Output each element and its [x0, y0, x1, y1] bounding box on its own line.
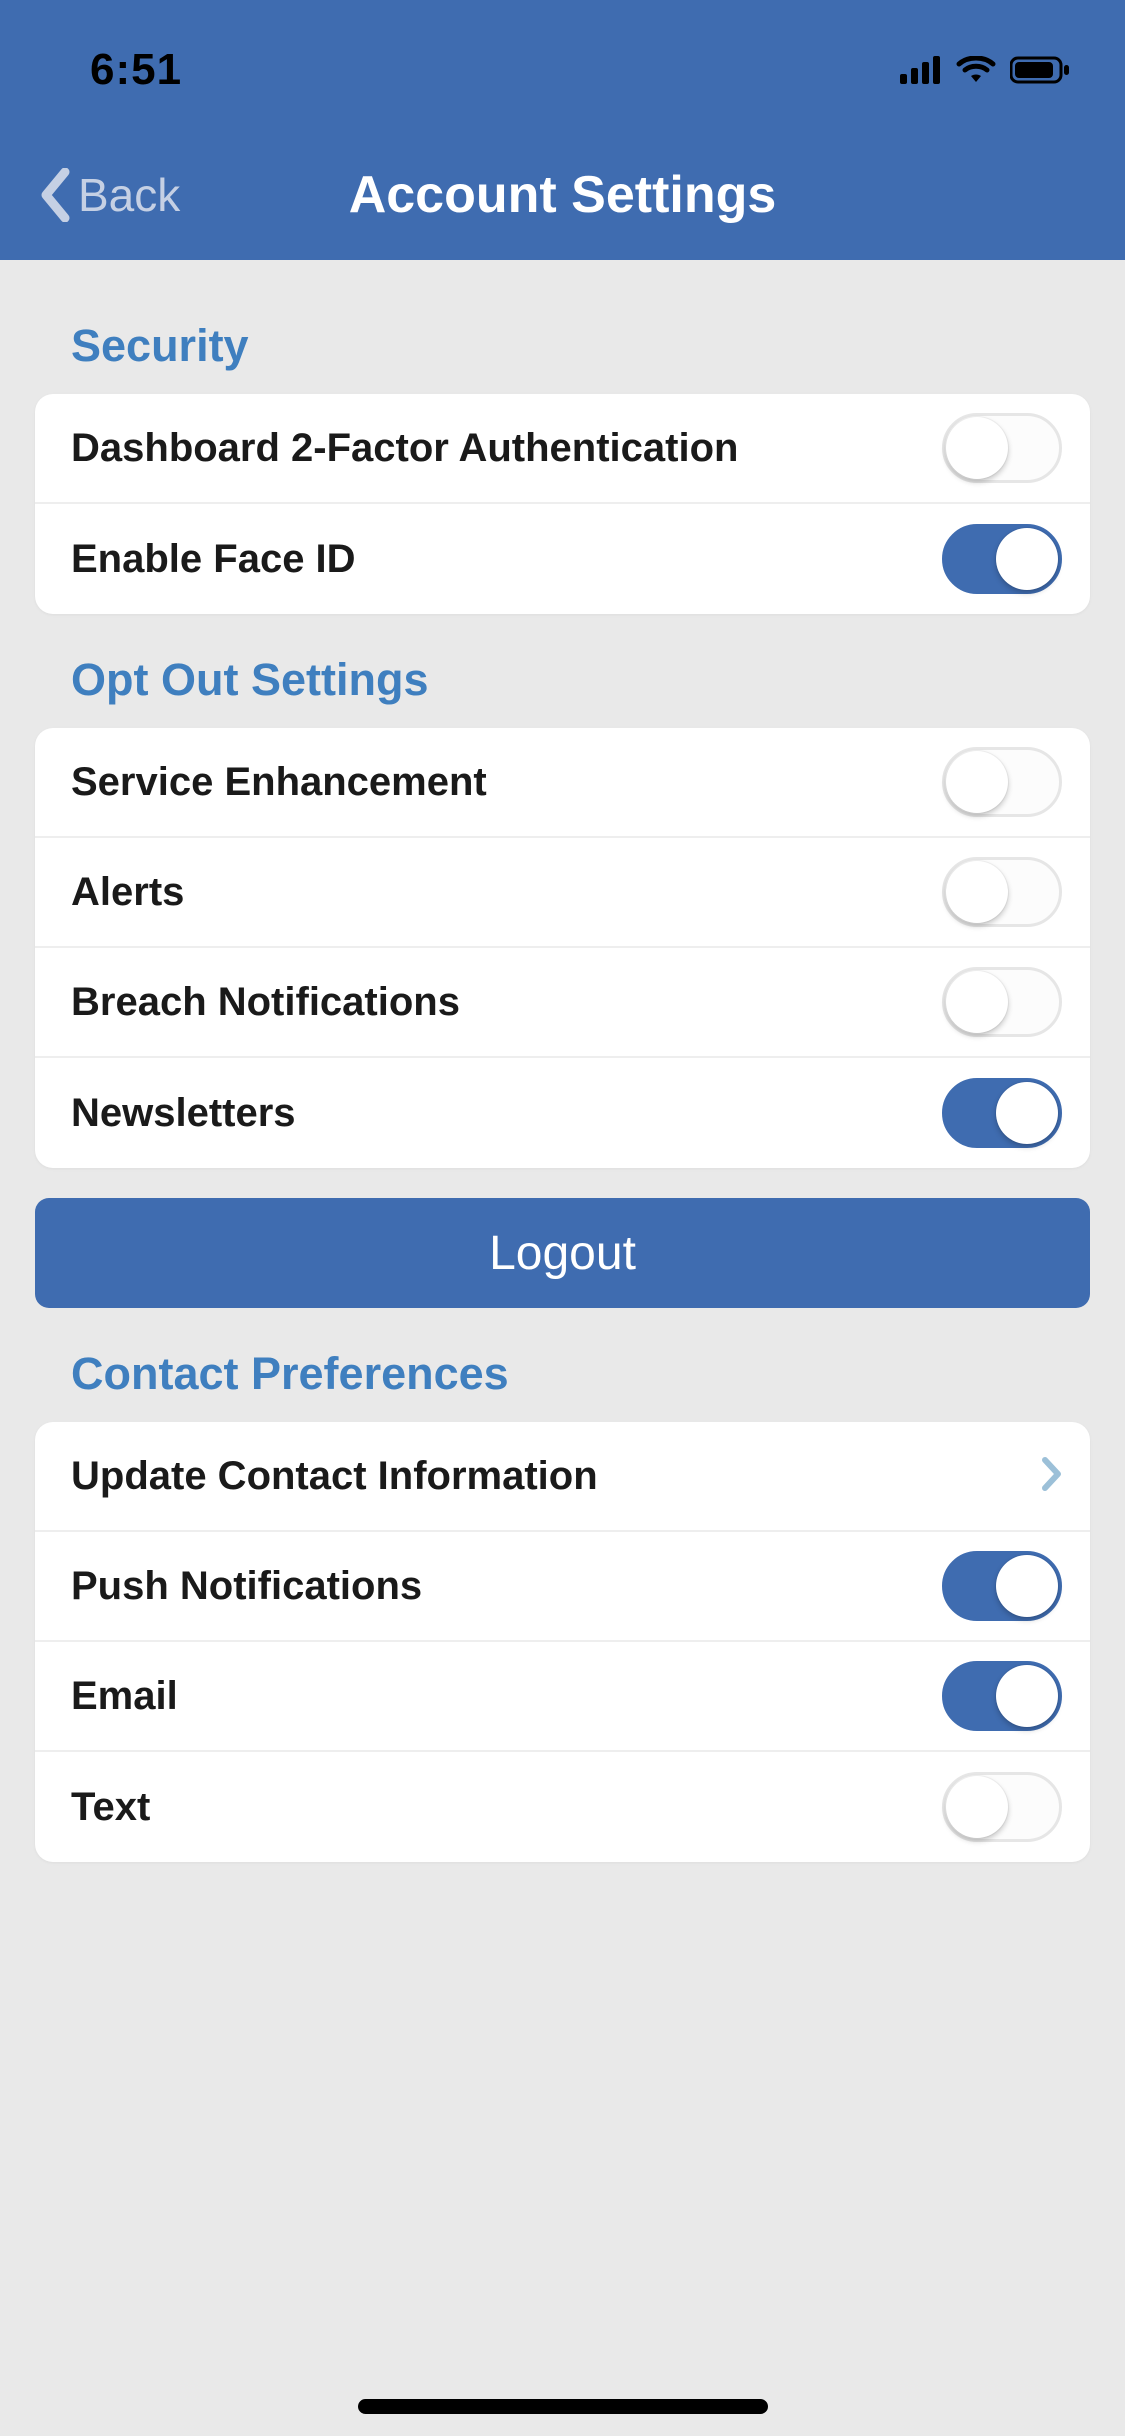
toggle-text[interactable]	[942, 1772, 1062, 1842]
row-label: Service Enhancement	[71, 760, 487, 805]
toggle-email[interactable]	[942, 1661, 1062, 1731]
row-2fa: Dashboard 2-Factor Authentication	[35, 394, 1090, 504]
page-title: Account Settings	[349, 165, 777, 225]
toggle-2fa[interactable]	[942, 413, 1062, 483]
toggle-push[interactable]	[942, 1551, 1062, 1621]
group-optout: Service Enhancement Alerts Breach Notifi…	[35, 728, 1090, 1168]
row-label: Dashboard 2-Factor Authentication	[71, 426, 738, 471]
section-header-contact: Contact Preferences	[35, 1308, 1090, 1422]
chevron-right-icon	[1042, 1456, 1062, 1497]
row-label: Email	[71, 1674, 178, 1719]
cellular-icon	[900, 56, 942, 84]
status-bar: 6:51	[0, 40, 1125, 100]
toggle-service-enhancement[interactable]	[942, 747, 1062, 817]
header: 6:51	[0, 0, 1125, 260]
row-label: Text	[71, 1785, 150, 1830]
home-indicator[interactable]	[358, 2399, 768, 2414]
back-button[interactable]: Back	[40, 168, 180, 222]
row-update-contact[interactable]: Update Contact Information	[35, 1422, 1090, 1532]
chevron-left-icon	[40, 168, 70, 222]
section-header-optout: Opt Out Settings	[35, 614, 1090, 728]
row-label: Alerts	[71, 870, 184, 915]
toggle-breach[interactable]	[942, 967, 1062, 1037]
row-text: Text	[35, 1752, 1090, 1862]
row-label: Push Notifications	[71, 1564, 422, 1609]
row-breach: Breach Notifications	[35, 948, 1090, 1058]
content: Security Dashboard 2-Factor Authenticati…	[0, 260, 1125, 1862]
toggle-newsletters[interactable]	[942, 1078, 1062, 1148]
logout-button[interactable]: Logout	[35, 1198, 1090, 1308]
battery-icon	[1010, 56, 1070, 84]
group-contact: Update Contact Information Push Notifica…	[35, 1422, 1090, 1862]
toggle-alerts[interactable]	[942, 857, 1062, 927]
row-label: Update Contact Information	[71, 1454, 598, 1499]
logout-label: Logout	[489, 1226, 636, 1281]
row-newsletters: Newsletters	[35, 1058, 1090, 1168]
row-alerts: Alerts	[35, 838, 1090, 948]
status-time: 6:51	[90, 45, 182, 95]
navbar: Back Account Settings	[0, 155, 1125, 235]
back-label: Back	[78, 168, 180, 222]
section-header-security: Security	[35, 290, 1090, 394]
row-service-enhancement: Service Enhancement	[35, 728, 1090, 838]
row-faceid: Enable Face ID	[35, 504, 1090, 614]
toggle-faceid[interactable]	[942, 524, 1062, 594]
row-label: Newsletters	[71, 1091, 296, 1136]
row-label: Enable Face ID	[71, 537, 356, 582]
row-push: Push Notifications	[35, 1532, 1090, 1642]
wifi-icon	[956, 56, 996, 84]
row-label: Breach Notifications	[71, 980, 460, 1025]
status-indicators	[900, 56, 1070, 84]
group-security: Dashboard 2-Factor Authentication Enable…	[35, 394, 1090, 614]
row-email: Email	[35, 1642, 1090, 1752]
